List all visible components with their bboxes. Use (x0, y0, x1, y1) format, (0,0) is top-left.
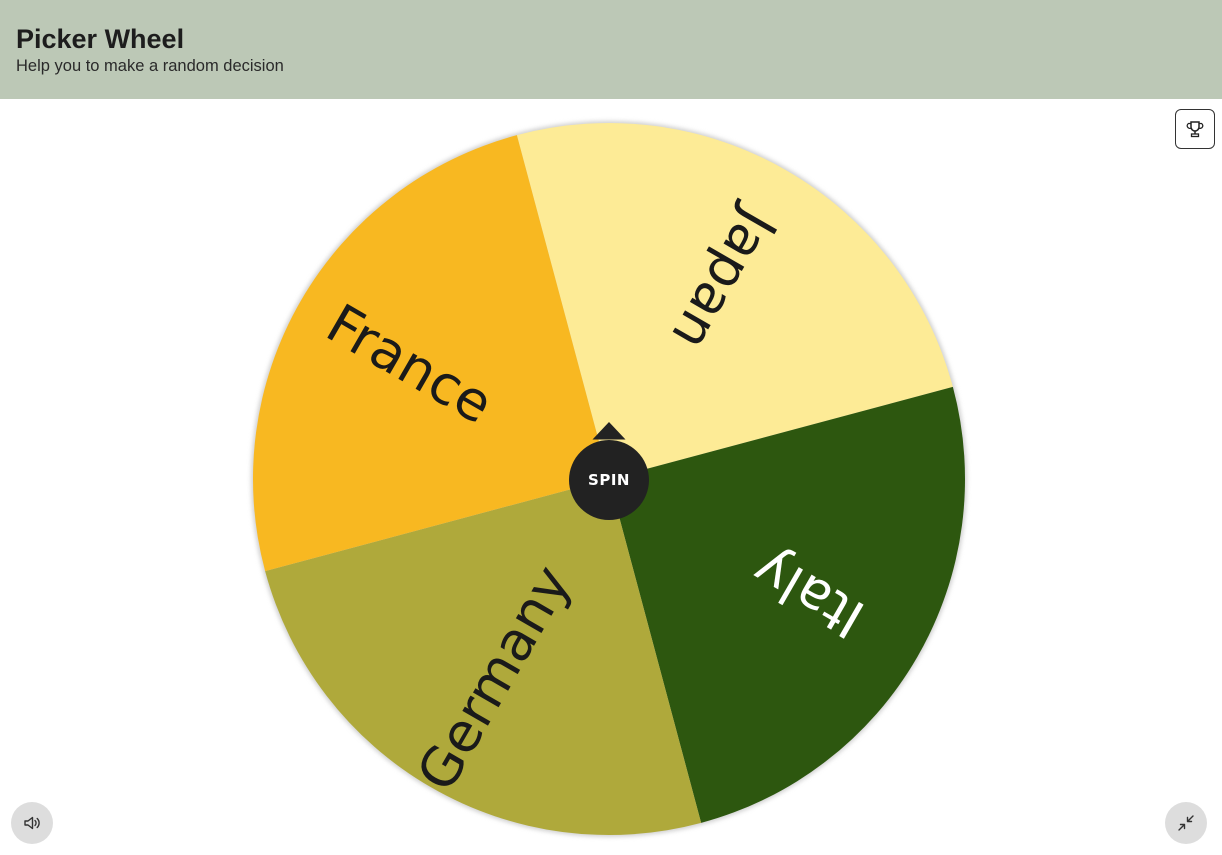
speaker-icon (24, 816, 40, 830)
wheel-canvas: JapanItalyGermanyFrance SPIN (251, 121, 967, 837)
sound-toggle-button[interactable] (11, 802, 53, 844)
picker-wheel-app: Picker Wheel Help you to make a random d… (0, 0, 1222, 855)
spin-button-label: SPIN (588, 471, 630, 489)
exit-fullscreen-button[interactable] (1165, 802, 1207, 844)
trophy-icon (1186, 121, 1204, 138)
collapse-icon (1178, 815, 1194, 831)
results-button[interactable] (1175, 109, 1215, 149)
